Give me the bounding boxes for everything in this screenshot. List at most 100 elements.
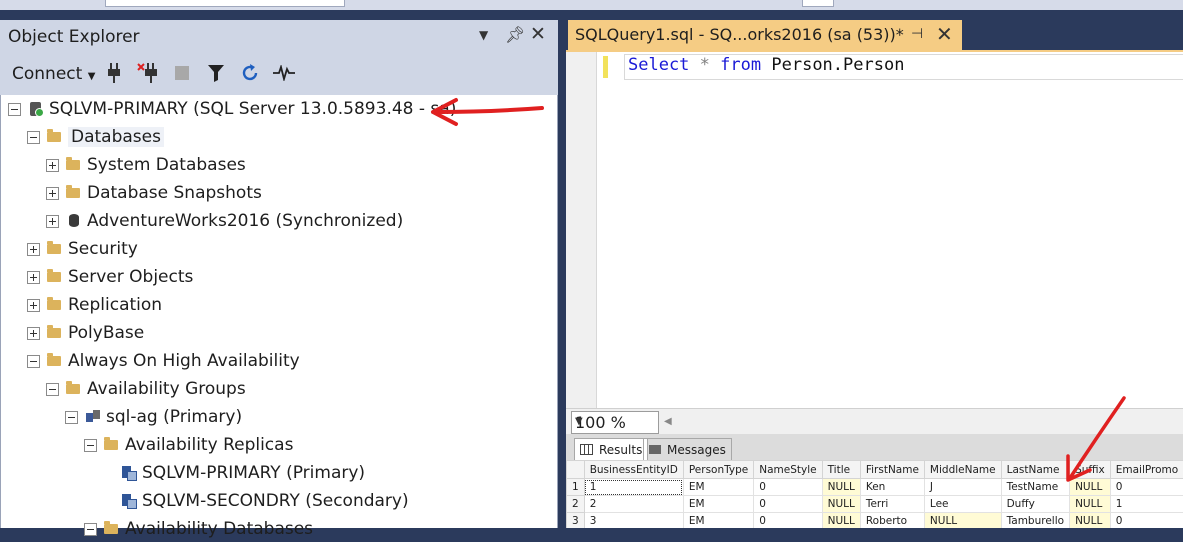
table-cell[interactable]: 2 [584,496,683,513]
table-cell[interactable]: 1 [584,479,683,496]
tree-node-security[interactable]: Security [27,236,138,262]
column-header[interactable]: MiddleName [924,461,1001,479]
tree-node-availability-groups[interactable]: Availability Groups [46,376,246,402]
collapse-icon[interactable] [65,411,78,424]
table-cell[interactable]: 0 [1110,513,1183,529]
expand-icon[interactable] [27,327,40,340]
refresh-icon[interactable] [239,62,261,84]
column-header[interactable]: Suffix [1070,461,1111,479]
tree-node-polybase[interactable]: PolyBase [27,320,144,346]
row-number[interactable]: 2 [567,496,585,513]
expand-icon[interactable] [46,215,59,228]
tree-node-databases[interactable]: Databases [27,124,164,150]
collapse-icon[interactable] [84,439,97,452]
connect-button[interactable]: Connect ▼ [12,64,95,84]
collapse-icon[interactable] [27,355,40,368]
table-cell[interactable]: 0 [754,513,822,529]
tab-pin-icon[interactable]: ⊣ [911,26,923,42]
table-cell[interactable]: NULL [822,513,860,529]
tree-node-always-on[interactable]: Always On High Availability [27,348,300,374]
table-cell[interactable]: 0 [754,496,822,513]
table-row[interactable]: 2 2 EM 0 NULL Terri Lee Duffy NULL 1 [567,496,1183,513]
tree-node-label: sql-ag (Primary) [106,407,242,427]
column-header[interactable]: BusinessEntityID [584,461,683,479]
table-cell[interactable]: EM [683,513,753,529]
table-cell[interactable]: NULL [1070,513,1111,529]
column-header[interactable]: PersonType [683,461,753,479]
results-grid[interactable]: BusinessEntityID PersonType NameStyle Ti… [566,460,1183,528]
query-editor[interactable]: Select * from Person.Person [566,50,1183,410]
table-cell[interactable]: Ken [860,479,924,496]
tree-node-server-objects[interactable]: Server Objects [27,264,193,290]
activity-monitor-icon[interactable] [273,62,295,84]
object-explorer-toolbar: Connect ▼ [0,52,558,95]
expand-icon[interactable] [46,187,59,200]
row-number[interactable]: 1 [567,479,585,496]
expand-icon[interactable] [27,299,40,312]
scroll-left-icon[interactable]: ◀ [664,416,672,427]
tree-node-availability-databases[interactable]: Availability Databases [84,516,313,542]
tree-node-server[interactable]: SQLVM-PRIMARY (SQL Server 13.0.5893.48 -… [8,96,456,122]
expand-icon[interactable] [27,271,40,284]
tree-node-adventureworks[interactable]: AdventureWorks2016 (Synchronized) [46,208,403,234]
expand-icon[interactable] [27,243,40,256]
window-position-dropdown-icon[interactable]: ▼ [479,28,488,42]
panel-splitter[interactable] [558,10,566,528]
table-cell[interactable]: NULL [924,513,1001,529]
table-cell[interactable]: TestName [1001,479,1069,496]
tab-messages[interactable]: Messages [643,438,732,460]
table-cell[interactable]: NULL [1070,479,1111,496]
table-cell[interactable]: 0 [1110,479,1183,496]
query-tab-title: SQLQuery1.sql - SQ...orks2016 (sa (53))* [575,25,904,44]
collapse-icon[interactable] [84,523,97,536]
tree-node-availability-replicas[interactable]: Availability Replicas [84,432,293,458]
table-row[interactable]: 3 3 EM 0 NULL Roberto NULL Tamburello NU… [567,513,1183,529]
table-cell[interactable]: Roberto [860,513,924,529]
table-cell[interactable]: Terri [860,496,924,513]
table-cell[interactable]: NULL [1070,496,1111,513]
column-header[interactable]: Title [822,461,860,479]
plug-connect-icon[interactable] [103,62,125,84]
zoom-select[interactable]: 100 % ▼ [571,411,659,434]
table-cell[interactable]: EM [683,496,753,513]
table-cell[interactable]: Lee [924,496,1001,513]
tree-node-sql-ag[interactable]: sql-ag (Primary) [65,404,242,430]
toolbar-combo[interactable] [105,0,345,7]
row-number[interactable]: 3 [567,513,585,529]
tab-close-icon[interactable]: ✕ [936,22,953,46]
disconnect-icon[interactable] [137,62,159,84]
stop-icon[interactable] [171,62,193,84]
tree-node-system-databases[interactable]: System Databases [46,152,246,178]
tree-node-replica-primary[interactable]: SQLVM-PRIMARY (Primary) [121,460,365,486]
collapse-icon[interactable] [46,383,59,396]
expand-icon[interactable] [46,159,59,172]
table-cell[interactable]: NULL [822,479,860,496]
tree-node-label: PolyBase [68,323,144,343]
tab-results[interactable]: Results [574,438,648,460]
row-number-header[interactable] [567,461,585,479]
table-cell[interactable]: 3 [584,513,683,529]
query-text[interactable]: Select * from Person.Person [628,55,904,75]
table-cell[interactable]: EM [683,479,753,496]
table-cell[interactable]: NULL [822,496,860,513]
tree-node-database-snapshots[interactable]: Database Snapshots [46,180,262,206]
column-header[interactable]: EmailPromo [1110,461,1183,479]
column-header[interactable]: LastName [1001,461,1069,479]
column-header[interactable]: FirstName [860,461,924,479]
close-icon[interactable]: ✕ [530,23,546,45]
table-cell[interactable]: Tamburello [1001,513,1069,529]
pin-icon[interactable]: 📌︎ [505,25,525,44]
query-editor-tab[interactable]: SQLQuery1.sql - SQ...orks2016 (sa (53))*… [568,20,962,50]
table-cell[interactable]: Duffy [1001,496,1069,513]
toolbar-combo-small[interactable] [802,0,834,7]
tree-node-replication[interactable]: Replication [27,292,162,318]
column-header[interactable]: NameStyle [754,461,822,479]
table-row[interactable]: 1 1 EM 0 NULL Ken J TestName NULL 0 [567,479,1183,496]
table-cell[interactable]: 0 [754,479,822,496]
tree-node-replica-secondary[interactable]: SQLVM-SECONDRY (Secondary) [121,488,409,514]
filter-icon[interactable] [205,62,227,84]
collapse-icon[interactable] [27,131,40,144]
collapse-icon[interactable] [8,103,21,116]
table-cell[interactable]: J [924,479,1001,496]
table-cell[interactable]: 1 [1110,496,1183,513]
